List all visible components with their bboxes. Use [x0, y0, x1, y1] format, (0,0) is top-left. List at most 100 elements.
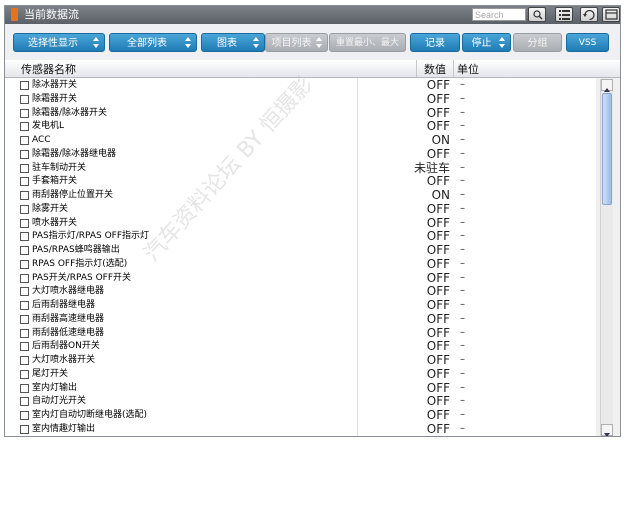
reset-minmax-button[interactable]: 重置最小、最大 — [329, 33, 406, 52]
updown-arrow-icon — [499, 37, 505, 48]
row-checkbox[interactable] — [20, 108, 29, 118]
row-checkbox[interactable] — [20, 397, 29, 407]
row-checkbox[interactable] — [20, 149, 29, 159]
full-list-button[interactable]: 全部列表 — [109, 33, 197, 52]
table-row[interactable]: PAS开关/RPAS OFF开关 OFF – — [5, 271, 596, 285]
search-button[interactable] — [528, 7, 546, 22]
row-checkbox[interactable] — [20, 369, 29, 379]
sensor-value: OFF — [426, 366, 450, 381]
sensor-name: 雨刮器停止位置开关 — [32, 190, 114, 200]
row-checkbox[interactable] — [20, 411, 29, 420]
table-row[interactable]: 除霜器/除冰器开关 OFF – — [5, 106, 596, 120]
table-row[interactable]: RPAS OFF指示灯(选配) OFF – — [5, 257, 596, 271]
scroll-down-arrow[interactable] — [601, 424, 613, 436]
updown-arrow-icon — [185, 37, 191, 48]
sensor-name: ACC — [32, 135, 51, 145]
row-checkbox[interactable] — [20, 177, 29, 187]
table-row[interactable]: 室内灯输出 OFF – — [5, 381, 596, 395]
sensor-name: 大灯喷水器继电器 — [32, 286, 105, 297]
row-checkbox[interactable] — [20, 356, 29, 365]
row-checkbox[interactable] — [20, 163, 29, 173]
row-checkbox[interactable] — [20, 328, 29, 338]
table-row[interactable]: PAS/RPAS蜂鸣器输出 OFF – — [5, 243, 596, 257]
row-checkbox[interactable] — [20, 301, 29, 310]
row-checkbox[interactable] — [20, 424, 29, 434]
updown-arrow-icon — [316, 37, 322, 48]
sensor-value: OFF — [426, 146, 450, 161]
column-header-value[interactable]: 数值 — [424, 61, 446, 77]
data-stream-window: 当前数据流 Search 选择性显示 全部列表 图表 项目列表 重置最小、最大 … — [4, 5, 621, 437]
table-row[interactable]: 后雨刮器ON开关 OFF – — [5, 339, 596, 353]
sensor-name: 发电机L — [32, 121, 65, 132]
table-row[interactable]: 大灯喷水器开关 OFF – — [5, 353, 596, 367]
search-input[interactable]: Search — [472, 8, 526, 21]
row-checkbox[interactable] — [20, 342, 29, 352]
vertical-scrollbar[interactable] — [600, 79, 613, 436]
column-header-name[interactable]: 传感器名称 — [21, 61, 76, 77]
sensor-name: PAS指示灯/RPAS OFF指示灯 — [32, 231, 150, 242]
table-row[interactable]: 除冰器开关 OFF – — [5, 78, 596, 92]
table-row[interactable]: 大灯喷水器继电器 OFF – — [5, 284, 596, 298]
table-row[interactable]: 驻车制动开关 未驻车 – — [5, 161, 596, 175]
sensor-unit: – — [460, 395, 465, 407]
row-checkbox[interactable] — [20, 314, 29, 324]
list-view-button[interactable] — [555, 7, 573, 22]
table-row[interactable]: 雨刮器高速继电器 OFF – — [5, 312, 596, 326]
table-row[interactable]: 雨刮器停止位置开关 ON – — [5, 188, 596, 202]
sensor-value: OFF — [426, 298, 450, 312]
table-row[interactable]: 自动灯光开关 OFF – — [5, 394, 596, 408]
vss-button[interactable]: VSS — [566, 33, 609, 52]
row-checkbox[interactable] — [20, 218, 29, 228]
column-header-unit[interactable]: 单位 — [457, 61, 479, 77]
table-row[interactable]: 室内灯自动切断继电器(选配) OFF – — [5, 408, 596, 422]
item-list-button[interactable]: 项目列表 — [265, 33, 328, 52]
table-row[interactable]: 发电机L OFF – — [5, 119, 596, 133]
table-row[interactable]: ACC ON – — [5, 133, 596, 147]
row-checkbox[interactable] — [20, 191, 29, 200]
row-checkbox[interactable] — [20, 81, 29, 90]
sensor-value: OFF — [426, 256, 450, 271]
scroll-up-arrow[interactable] — [601, 79, 613, 92]
table-row[interactable]: 除霜器/除冰器继电器 OFF – — [5, 147, 596, 161]
table-row[interactable]: 除雾开关 OFF – — [5, 202, 596, 216]
select-display-label: 选择性显示 — [28, 38, 78, 49]
table-row[interactable]: 雨刮器低速继电器 OFF – — [5, 326, 596, 340]
table-row[interactable]: 后雨刮器继电器 OFF – — [5, 298, 596, 312]
table-row[interactable]: 除霜器开关 OFF – — [5, 92, 596, 106]
chart-button[interactable]: 图表 — [201, 33, 265, 52]
row-checkbox[interactable] — [20, 246, 29, 255]
row-checkbox[interactable] — [20, 287, 29, 297]
updown-arrow-icon — [93, 37, 99, 48]
row-checkbox[interactable] — [20, 136, 29, 145]
refresh-button[interactable] — [580, 7, 598, 22]
sensor-name: 除雾开关 — [32, 203, 69, 214]
row-checkbox[interactable] — [20, 122, 29, 132]
table-row[interactable]: PAS指示灯/RPAS OFF指示灯 OFF – — [5, 229, 596, 243]
row-checkbox[interactable] — [20, 204, 29, 214]
group-button[interactable]: 分组 — [513, 33, 562, 52]
row-checkbox[interactable] — [20, 383, 29, 393]
sensor-value: OFF — [426, 78, 450, 92]
sensor-unit: – — [460, 285, 465, 297]
sensor-unit: – — [460, 354, 465, 365]
column-divider — [453, 60, 454, 77]
sensor-unit: – — [460, 312, 465, 324]
table-row[interactable]: 喷水器开关 OFF – — [5, 216, 596, 230]
sensor-value: 未驻车 — [413, 160, 450, 175]
row-checkbox[interactable] — [20, 259, 29, 269]
scroll-thumb[interactable] — [602, 93, 612, 205]
record-button[interactable]: 记录 — [410, 33, 460, 52]
row-checkbox[interactable] — [20, 232, 29, 242]
select-display-button[interactable]: 选择性显示 — [13, 33, 105, 52]
table-row[interactable]: 室内情趣灯输出 OFF – — [5, 422, 596, 436]
sensor-name: 雨刮器低速继电器 — [32, 327, 105, 338]
table-row[interactable]: 尾灯开关 OFF – — [5, 367, 596, 381]
table-row[interactable]: 手套箱开关 OFF – — [5, 174, 596, 188]
row-checkbox[interactable] — [20, 94, 29, 104]
sensor-name: 喷水器开关 — [32, 217, 78, 228]
menu-button[interactable] — [602, 7, 620, 22]
sensor-unit: – — [460, 216, 465, 228]
row-checkbox[interactable] — [20, 273, 29, 283]
stop-button[interactable]: 停止 — [462, 33, 511, 52]
sensor-name: 雨刮器高速继电器 — [32, 313, 105, 324]
